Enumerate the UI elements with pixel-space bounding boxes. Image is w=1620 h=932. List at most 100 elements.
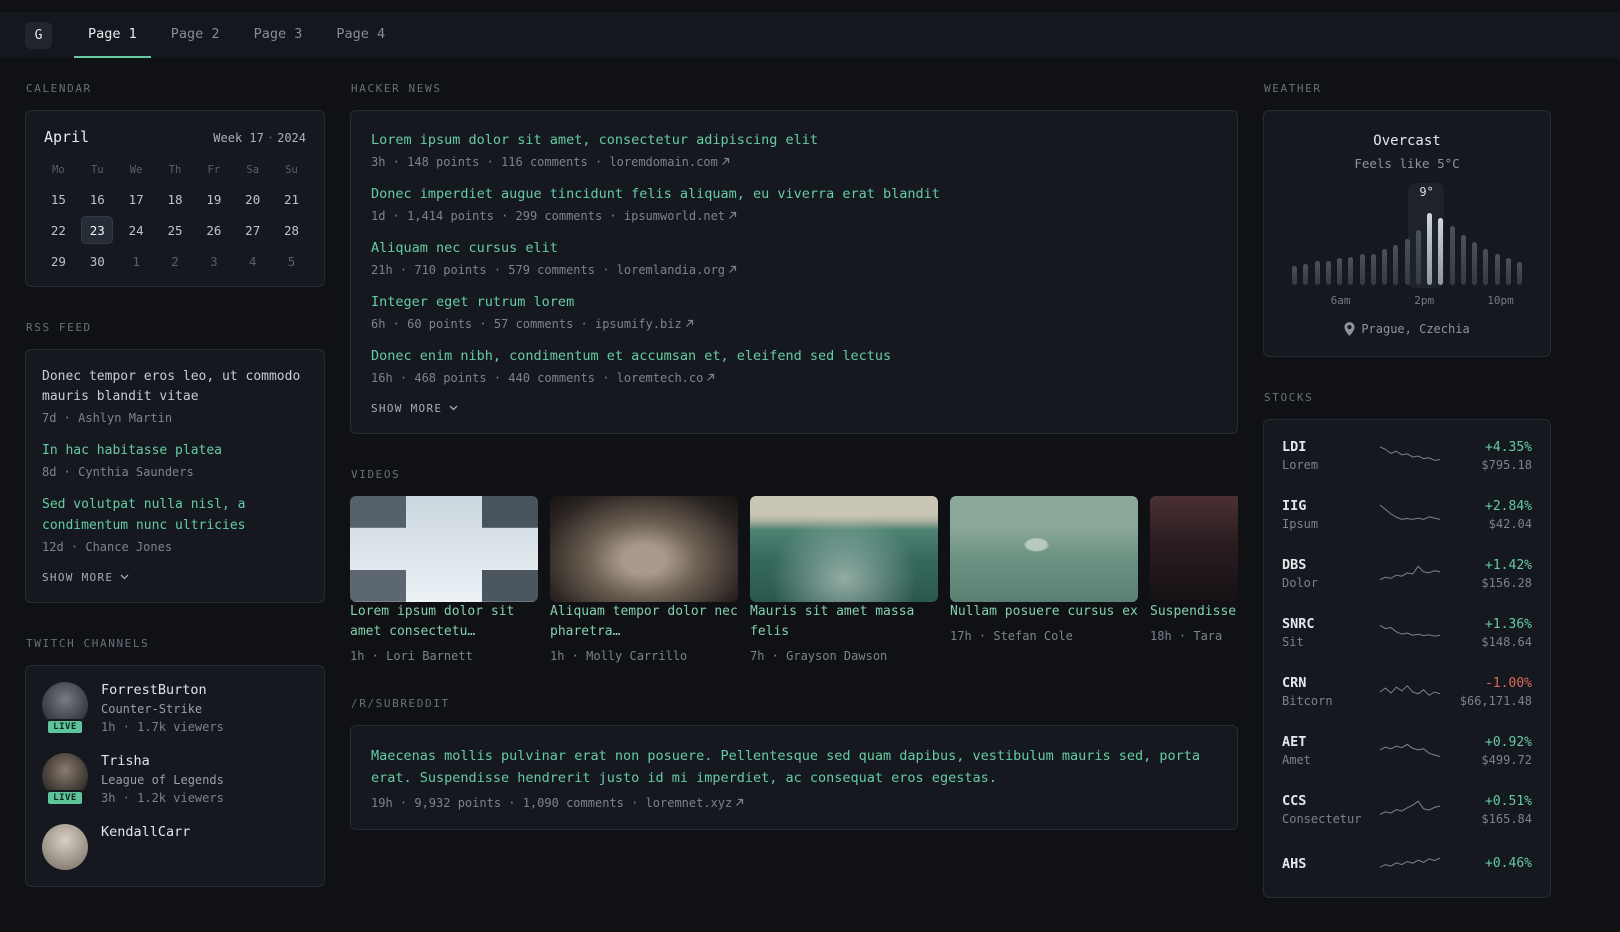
calendar-day[interactable]: 26 [198, 216, 230, 244]
channel-name[interactable]: ForrestBurton [101, 682, 224, 698]
hn-item-source-link[interactable]: ipsumworld.net [624, 209, 737, 223]
reddit-post-source-link[interactable]: loremnet.xyz [646, 796, 745, 810]
stock-price: $148.64 [1481, 634, 1532, 649]
calendar-day[interactable]: 19 [198, 185, 230, 213]
stock-row[interactable]: SNRC Sit +1.36% $148.64 [1282, 603, 1532, 662]
calendar-day[interactable]: 15 [42, 185, 74, 213]
calendar-widget: CALENDAR April Week 17 · 2024 Mo Tu We Th … [25, 82, 325, 287]
twitch-channel[interactable]: LIVE ForrestBurton Counter-Strike 1h · 1… [42, 681, 308, 735]
video-card[interactable]: Lorem ipsum dolor sit amet consectetu… 1… [350, 495, 538, 663]
dashboard: CALENDAR April Week 17 · 2024 Mo Tu We Th … [0, 58, 1620, 932]
video-card[interactable]: Mauris sit amet massa felis 7h · Grayson… [750, 495, 938, 663]
calendar-day-outside[interactable]: 1 [120, 247, 152, 275]
tab-page-1[interactable]: Page 1 [74, 12, 151, 58]
calendar-day[interactable]: 27 [237, 216, 269, 244]
hn-item-source-link[interactable]: ipsumify.biz [595, 317, 694, 331]
top-bar: G Page 1 Page 2 Page 3 Page 4 [0, 12, 1620, 58]
stock-symbol: LDI [1282, 439, 1307, 455]
video-title[interactable]: Nullam posuere cursus ex [950, 604, 1138, 619]
tab-page-3[interactable]: Page 3 [240, 12, 317, 58]
hn-show-more-button[interactable]: SHOW MORE [371, 402, 458, 415]
page-tabs: Page 1 Page 2 Page 3 Page 4 [74, 12, 399, 58]
calendar-day-outside[interactable]: 2 [159, 247, 191, 275]
app-logo[interactable]: G [25, 21, 52, 49]
hn-item: Aliquam nec cursus elit 21h · 710 points… [371, 238, 1217, 277]
video-title[interactable]: Aliquam tempor dolor nec pharetra… [550, 604, 738, 639]
stock-change: +0.92% [1485, 734, 1532, 750]
calendar-day[interactable]: 17 [120, 185, 152, 213]
stock-row[interactable]: CCS Consectetur +0.51% $165.84 [1282, 780, 1532, 839]
hn-item-title[interactable]: Aliquam nec cursus elit [371, 238, 1217, 259]
video-thumbnail[interactable] [350, 495, 538, 602]
calendar-day[interactable]: 22 [42, 216, 74, 244]
weather-location-label: Prague, Czechia [1361, 322, 1470, 336]
calendar-day[interactable]: 30 [81, 247, 113, 275]
stock-sparkline [1379, 624, 1441, 637]
hn-item-source-link[interactable]: loremdomain.com [609, 155, 729, 169]
hn-item-title[interactable]: Lorem ipsum dolor sit amet, consectetur … [371, 130, 1217, 151]
stock-row[interactable]: AHS +0.46% [1282, 839, 1532, 891]
videos-row[interactable]: Lorem ipsum dolor sit amet consectetu… 1… [350, 495, 1238, 663]
stock-row[interactable]: IIG Ipsum +2.84% $42.04 [1282, 485, 1532, 544]
hn-item-title[interactable]: Donec imperdiet augue tincidunt felis al… [371, 184, 1217, 205]
video-title[interactable]: Mauris sit amet massa felis [750, 604, 914, 639]
weather-box: Overcast Feels like 5°C 9° 6am 2pm 10pm … [1263, 110, 1551, 357]
video-card[interactable]: Aliquam tempor dolor nec pharetra… 1h · … [550, 495, 738, 663]
stock-name: Dolor [1282, 576, 1319, 590]
calendar-day[interactable]: 24 [120, 216, 152, 244]
video-card[interactable]: Nullam posuere cursus ex 17h · Stefan Co… [950, 495, 1138, 663]
video-thumbnail[interactable] [1150, 495, 1238, 602]
hn-item-title[interactable]: Donec enim nibh, condimentum et accumsan… [371, 346, 1217, 367]
stock-sparkline [1379, 799, 1441, 815]
stock-name: Amet [1282, 753, 1311, 767]
stock-row[interactable]: AET Amet +0.92% $499.72 [1282, 721, 1532, 780]
calendar-day[interactable]: 18 [159, 185, 191, 213]
calendar-day[interactable]: 16 [81, 185, 113, 213]
right-column: WEATHER Overcast Feels like 5°C 9° 6am 2… [1263, 82, 1551, 932]
channel-name[interactable]: KendallCarr [101, 824, 190, 840]
weather-bar [1292, 265, 1297, 285]
calendar-day-selected[interactable]: 23 [81, 216, 114, 244]
calendar-day-outside[interactable]: 3 [198, 247, 230, 275]
hn-item-source-link[interactable]: loremlandia.org [617, 263, 737, 277]
calendar-day[interactable]: 25 [159, 216, 191, 244]
video-card[interactable]: Suspendisse sed diam 18h · Tara [1150, 495, 1238, 663]
weather-current-temp: 9° [1419, 185, 1434, 199]
reddit-post-stats: 19h · 9,932 points · 1,090 comments · [371, 796, 639, 811]
video-title[interactable]: Lorem ipsum dolor sit amet consectetu… [350, 604, 514, 639]
stock-id: CCS Consectetur [1282, 793, 1370, 826]
calendar-day[interactable]: 21 [276, 185, 308, 213]
stock-row[interactable]: LDI Lorem +4.35% $795.18 [1282, 426, 1532, 485]
rss-show-more-button[interactable]: SHOW MORE [42, 571, 129, 584]
rss-item-title[interactable]: Donec tempor eros leo, ut commodo mauris… [42, 367, 308, 407]
tab-page-2[interactable]: Page 2 [157, 12, 234, 58]
video-thumbnail[interactable] [550, 495, 738, 602]
twitch-channel[interactable]: KendallCarr [42, 823, 308, 870]
weekday-label: Th [168, 164, 182, 176]
video-thumbnail[interactable] [950, 495, 1138, 602]
stock-row[interactable]: CRN Bitcorn -1.00% $66,171.48 [1282, 662, 1532, 721]
hn-item-title[interactable]: Integer eget rutrum lorem [371, 292, 1217, 313]
twitch-channel[interactable]: LIVE Trisha League of Legends 3h · 1.2k … [42, 752, 308, 806]
stock-row[interactable]: DBS Dolor +1.42% $156.28 [1282, 544, 1532, 603]
videos-widget-title: VIDEOS [351, 467, 401, 481]
stock-id: AET Amet [1282, 734, 1370, 767]
avatar-wrap: LIVE [42, 681, 88, 735]
hn-item-source-link[interactable]: loremtech.co [617, 371, 716, 385]
reddit-post-title[interactable]: Maecenas mollis pulvinar erat non posuer… [371, 745, 1217, 790]
channel-name[interactable]: Trisha [101, 753, 224, 769]
stock-symbol: AHS [1282, 855, 1307, 872]
weekday-label: Mo [52, 164, 65, 176]
calendar-day-outside[interactable]: 5 [276, 247, 308, 275]
video-thumbnail[interactable] [750, 495, 938, 602]
calendar-day[interactable]: 20 [237, 185, 269, 213]
calendar-day[interactable]: 29 [42, 247, 74, 275]
calendar-day[interactable]: 28 [276, 216, 308, 244]
video-title[interactable]: Suspendisse sed diam [1150, 604, 1238, 619]
calendar-day-outside[interactable]: 4 [237, 247, 269, 275]
rss-item-title[interactable]: Sed volutpat nulla nisl, a condimentum n… [42, 495, 308, 535]
rss-item-title[interactable]: In hac habitasse platea [42, 441, 308, 461]
video-meta: 18h · Tara [1150, 628, 1223, 643]
tab-page-4[interactable]: Page 4 [322, 12, 399, 58]
calendar-box: April Week 17 · 2024 Mo Tu We Th Fr Sa Su … [25, 110, 325, 287]
